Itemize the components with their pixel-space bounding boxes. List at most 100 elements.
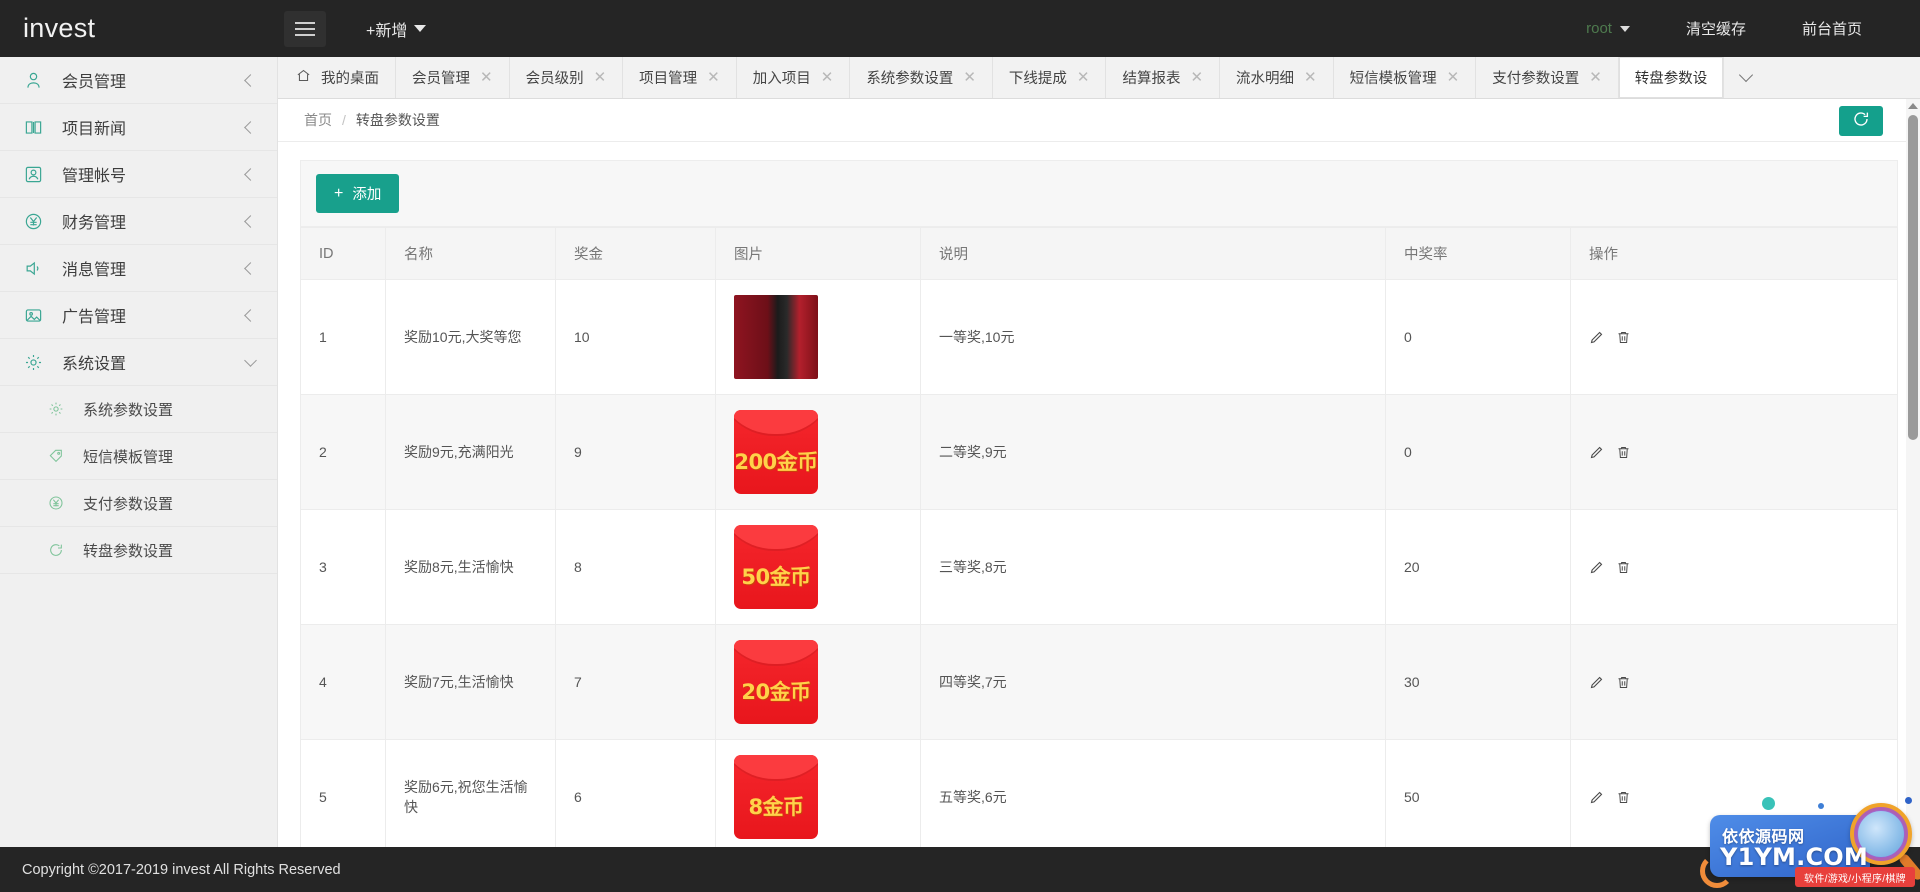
scrollbar-thumb[interactable] [1908,115,1918,440]
close-icon[interactable]: ✕ [1304,70,1317,85]
sidebar-subitem-label: 支付参数设置 [83,495,174,513]
close-icon[interactable]: ✕ [707,70,720,85]
yen-circle-icon [48,495,70,511]
tab-payment-params[interactable]: 支付参数设置 ✕ [1476,57,1619,98]
column-header-image[interactable]: 图片 [715,227,921,280]
trash-icon[interactable] [1616,560,1631,575]
tab-settlement-report[interactable]: 结算报表 ✕ [1106,57,1221,98]
close-icon[interactable]: ✕ [963,70,976,85]
sidebar-subitem-label: 转盘参数设置 [83,542,174,560]
cell-image: 20金币 [715,624,921,740]
column-header-bonus[interactable]: 奖金 [555,227,716,280]
cell-name: 奖励10元,大奖等您 [385,279,556,395]
pencil-icon[interactable] [1589,560,1604,575]
copyright-text: Copyright ©2017-2019 invest All Rights R… [22,861,341,878]
sidebar-item-finance-management[interactable]: 财务管理 [0,198,277,245]
column-header-name[interactable]: 名称 [385,227,556,280]
refresh-circle-icon [48,542,70,558]
pencil-icon[interactable] [1589,330,1604,345]
cell-id: 1 [300,279,386,395]
sidebar-item-project-news[interactable]: 项目新闻 [0,104,277,151]
sidebar-item-ad-management[interactable]: 广告管理 [0,292,277,339]
cell-bonus: 10 [555,279,716,395]
cell-name: 奖励6元,祝您生活愉快 [385,739,556,847]
table-row[interactable]: 3 奖励8元,生活愉快 8 50金币 三等奖,8元 20 [300,509,1898,625]
pencil-icon[interactable] [1589,445,1604,460]
clear-cache-button[interactable]: 清空缓存 [1658,0,1774,57]
sidebar-item-message-management[interactable]: 消息管理 [0,245,277,292]
column-header-win-rate[interactable]: 中奖率 [1385,227,1571,280]
tab-wheel-params[interactable]: 转盘参数设 [1618,57,1724,98]
tab-join-project[interactable]: 加入项目 ✕ [736,57,851,98]
sidebar-item-member-management[interactable]: 会员管理 [0,57,277,104]
tab-member-level[interactable]: 会员级别 ✕ [509,57,624,98]
header-right-actions: root 清空缓存 前台首页 [1558,0,1920,57]
close-icon[interactable]: ✕ [1589,70,1602,85]
table-row[interactable]: 2 奖励9元,充满阳光 9 200金币 二等奖,9元 0 [300,394,1898,510]
tab-system-params[interactable]: 系统参数设置 ✕ [850,57,993,98]
page-scrollbar[interactable] [1906,99,1920,847]
cell-operations [1570,624,1898,740]
add-button[interactable]: + 添加 [316,174,400,213]
chevron-left-icon [244,261,257,275]
watermark-tagline: 软件/游戏/小程序/棋牌 [1795,867,1915,887]
sidebar-subitem-payment-params[interactable]: 支付参数设置 [0,480,277,527]
close-icon[interactable]: ✕ [821,70,834,85]
tab-downline-commission[interactable]: 下线提成 ✕ [992,57,1107,98]
sidebar-subitem-wheel-params[interactable]: 转盘参数设置 [0,527,277,574]
pencil-icon[interactable] [1589,675,1604,690]
close-icon[interactable]: ✕ [1190,70,1203,85]
prize-image-thumbnail[interactable]: 20金币 [734,640,818,724]
prize-image-thumbnail[interactable]: 200金币 [734,410,818,494]
tab-sms-template[interactable]: 短信模板管理 ✕ [1333,57,1477,98]
table-row[interactable]: 1 奖励10元,大奖等您 10 一等奖,10元 0 [300,279,1898,395]
hamburger-icon[interactable] [284,10,326,47]
sidebar-subitem-system-params[interactable]: 系统参数设置 [0,386,277,433]
column-header-id[interactable]: ID [300,227,386,280]
close-icon[interactable]: ✕ [1077,70,1090,85]
add-new-label: +新增 [366,22,408,40]
chevron-left-icon [244,214,257,228]
close-icon[interactable]: ✕ [594,70,607,85]
cell-id: 2 [300,394,386,510]
cell-id: 5 [300,739,386,847]
trash-icon[interactable] [1616,790,1631,805]
trash-icon[interactable] [1616,675,1631,690]
cell-win-rate: 0 [1385,394,1571,510]
refresh-button[interactable] [1839,106,1883,136]
frontend-home-button[interactable]: 前台首页 [1774,0,1890,57]
chevron-down-icon [1619,25,1630,32]
prize-image-thumbnail[interactable]: 50金币 [734,525,818,609]
cell-operations [1570,509,1898,625]
sidebar-item-system-settings[interactable]: 系统设置 [0,339,277,386]
scroll-up-arrow[interactable] [1906,99,1920,113]
sidebar-subitem-sms-template[interactable]: 短信模板管理 [0,433,277,480]
tab-overflow-dropdown[interactable] [1723,57,1768,98]
trash-icon[interactable] [1616,445,1631,460]
column-header-operations[interactable]: 操作 [1570,227,1898,280]
close-icon[interactable]: ✕ [480,70,493,85]
close-icon[interactable]: ✕ [1447,70,1460,85]
pencil-icon[interactable] [1589,790,1604,805]
table-row[interactable]: 5 奖励6元,祝您生活愉快 6 8金币 五等奖,6元 50 [300,739,1898,847]
add-new-button[interactable]: +新增 [366,17,427,41]
tab-project-management[interactable]: 项目管理 ✕ [623,57,737,98]
table-row[interactable]: 4 奖励7元,生活愉快 7 20金币 四等奖,7元 30 [300,624,1898,740]
prize-image-thumbnail[interactable]: 8金币 [734,755,818,839]
column-header-description[interactable]: 说明 [920,227,1386,280]
tab-bar: 我的桌面 会员管理 ✕ 会员级别 ✕ 项目管理 ✕ 加入项目 ✕ 系统参数设置 … [278,57,1920,99]
breadcrumb-home[interactable]: 首页 [304,110,332,130]
sidebar-item-label: 广告管理 [62,309,127,326]
refresh-icon [1852,110,1870,133]
prize-image-thumbnail[interactable] [734,295,818,379]
cell-name: 奖励8元,生活愉快 [385,509,556,625]
tab-my-desktop[interactable]: 我的桌面 [278,57,396,98]
brand-logo[interactable]: invest [0,0,278,57]
breadcrumb-current: 转盘参数设置 [355,112,440,128]
sidebar-item-admin-account[interactable]: 管理帐号 [0,151,277,198]
user-menu[interactable]: root [1558,0,1658,57]
trash-icon[interactable] [1616,330,1631,345]
user-icon [24,69,50,91]
tab-transaction-detail[interactable]: 流水明细 ✕ [1220,57,1334,98]
tab-member-management[interactable]: 会员管理 ✕ [396,57,510,98]
